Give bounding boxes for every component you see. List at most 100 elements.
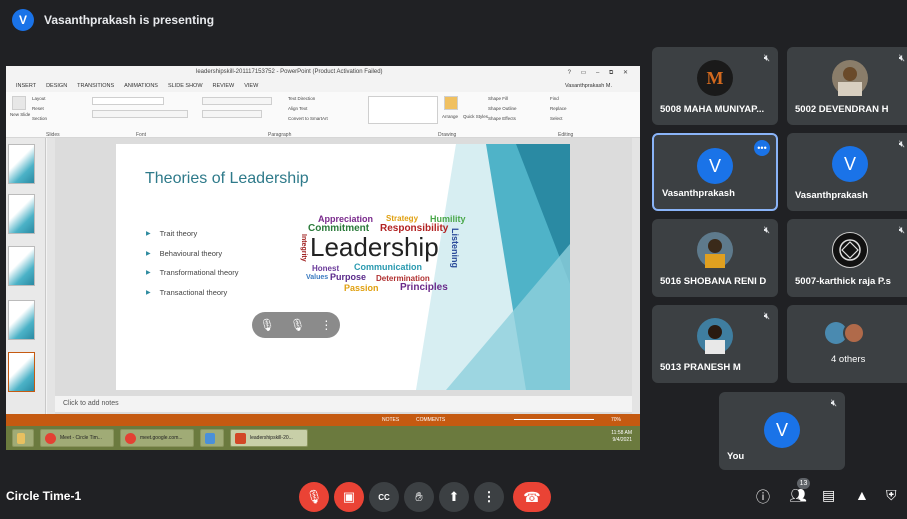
captions-button[interactable]: CC (369, 482, 399, 512)
slide-thumbnails (6, 138, 46, 416)
participant-tile[interactable]: 🔇︎ M 5008 MAHA MUNIYAP... (652, 47, 778, 125)
presenter-bar: V Vasanthprakash is presenting (0, 0, 907, 40)
avatar: V (764, 412, 800, 448)
text-direction-label: Text Direction (288, 96, 316, 101)
taskbar-label: Meet - Circle Tim... (60, 435, 102, 441)
mic-off-icon: 🔇︎ (763, 225, 770, 236)
slide-thumbnail (8, 246, 35, 286)
powerpoint-window-title: leadershipskill-201117153752 - PowerPoin… (196, 69, 383, 75)
participant-tile[interactable]: 🔇︎ 5007-karthick raja P.s (787, 219, 907, 297)
bullet-arrow-icon: ▶ (146, 290, 151, 297)
layout-label: Layout (32, 96, 46, 101)
bullet-arrow-icon: ▶ (146, 231, 151, 238)
arrange-label: Arrange (442, 114, 459, 119)
participant-tile[interactable]: 🔇︎ 5013 PRANESH M (652, 305, 778, 383)
reset-label: Reset (32, 106, 44, 111)
menu-animations: ANIMATIONS (124, 83, 158, 89)
slide-thumbnail (8, 144, 35, 184)
avatar-photo (832, 60, 868, 96)
person-photo-icon (838, 67, 862, 96)
mic-toggle-button[interactable]: 🎙︎ (299, 482, 329, 512)
clock-date: 9/4/2021 (612, 437, 632, 443)
section-label: Section (32, 116, 48, 121)
more-options-button[interactable]: ⋮ (474, 482, 504, 512)
info-icon[interactable]: ⓘ (756, 487, 770, 507)
powerpoint-user: Vasanthprakash M. (565, 83, 612, 89)
bullet-text: Trait theory (159, 229, 198, 239)
participant-name: 5007-karthick raja P.s (795, 276, 891, 287)
more-options-icon[interactable]: ••• (754, 140, 770, 156)
camera-toggle-button[interactable]: ▣ (334, 482, 364, 512)
quick-styles-label: Quick Styles (463, 114, 489, 119)
participant-name: 5002 DEVENDRAN H (795, 104, 889, 115)
clock-time: 11:58 AM (611, 430, 632, 436)
camera-off-icon: ▣ (342, 489, 356, 504)
bullet-text: Transactional theory (159, 288, 228, 298)
notes-placeholder: Click to add notes (55, 396, 632, 412)
wordcloud-word: Listening (450, 228, 460, 268)
slide-thumbnail-selected (8, 352, 35, 392)
wordcloud-word: Passion (344, 283, 379, 293)
new-slide-icon (12, 96, 26, 110)
wordcloud-word: Strategy (386, 214, 419, 223)
convert-smartart-label: Convert to SmartArt (288, 116, 328, 121)
select-label: Select (550, 116, 563, 121)
leadership-wordcloud: Appreciation Strategy Humility Commitmen… (300, 214, 470, 294)
bullet-item: ▶ Transactional theory (146, 283, 239, 303)
taskbar-app (200, 429, 224, 447)
participant-tile[interactable]: 🔇︎ 5016 SHOBANA RENI D (652, 219, 778, 297)
app-icon (205, 432, 215, 444)
hand-icon: ✋︎ (415, 489, 423, 504)
taskbar-clock: 11:58 AM 9/4/2021 (611, 430, 632, 444)
mic-off-icon: 🔇︎ (898, 225, 905, 236)
host-controls-icon[interactable]: ⛨ (886, 487, 897, 504)
person-photo-icon (705, 325, 725, 354)
menu-review: REVIEW (212, 83, 235, 89)
shape-fill-label: Shape Fill (488, 96, 509, 101)
slide: Theories of Leadership ▶ Trait theory ▶ Be… (116, 144, 570, 390)
zoom-slider (514, 419, 594, 420)
wordcloud-word: Integrity (300, 234, 307, 262)
bullet-item: ▶ Transformational theory (146, 263, 239, 283)
participant-name: 5008 MAHA MUNIYAP... (660, 104, 765, 115)
mic-off-icon: 🔇︎ (763, 53, 770, 64)
mic-off-icon: 🔇︎ (898, 53, 905, 64)
mic-off-icon: 🎙︎ (259, 318, 275, 332)
mic-off-icon: 🎙︎ (289, 318, 306, 332)
avatar: V (697, 148, 733, 184)
menu-view: VIEW (244, 83, 259, 89)
slide-thumbnail (8, 300, 35, 340)
activities-icon[interactable]: ▲ (855, 487, 869, 503)
bullet-arrow-icon: ▶ (146, 250, 151, 257)
present-button[interactable]: ⬆︎ (439, 482, 469, 512)
people-icon[interactable]: 👥︎ (789, 487, 807, 504)
shapes-gallery (368, 96, 438, 124)
status-notes: NOTES (382, 417, 400, 423)
hangup-icon: ☎︎ (523, 488, 541, 505)
replace-label: Replace (550, 106, 567, 111)
avatar-photo (843, 322, 865, 344)
bullet-text: Transformational theory (159, 268, 239, 278)
participant-tile-others[interactable]: 4 others (787, 305, 907, 383)
bullet-item: ▶ Trait theory (146, 224, 239, 244)
participant-tile[interactable]: 🔇︎ 5002 DEVENDRAN H (787, 47, 907, 125)
participant-name: 5016 SHOBANA RENI D (660, 276, 767, 287)
self-tile[interactable]: 🔇︎ V You (719, 392, 845, 470)
taskbar-explorer (12, 429, 34, 447)
paragraph-align-row (202, 110, 262, 118)
bullet-item: ▶ Behavioural theory (146, 244, 239, 264)
participant-tile[interactable]: 🔇︎ V Vasanthprakash (787, 133, 907, 211)
avatar: V (832, 146, 868, 182)
mic-off-icon: 🔇︎ (763, 311, 770, 322)
chat-icon[interactable]: ▤ (822, 487, 835, 504)
participant-tile-active[interactable]: ••• V Vasanthprakash (652, 133, 778, 211)
arrange-icon (444, 96, 458, 110)
participant-name: Vasanthprakash (662, 188, 735, 199)
raise-hand-button[interactable]: ✋︎ (404, 482, 434, 512)
align-text-label: Align Text (288, 106, 308, 111)
logo-icon (839, 239, 861, 261)
bullet-arrow-icon: ▶ (146, 270, 151, 277)
shape-effects-label: Shape Effects (488, 116, 516, 121)
wordcloud-word: Purpose (330, 272, 367, 282)
leave-call-button[interactable]: ☎︎ (513, 482, 551, 512)
